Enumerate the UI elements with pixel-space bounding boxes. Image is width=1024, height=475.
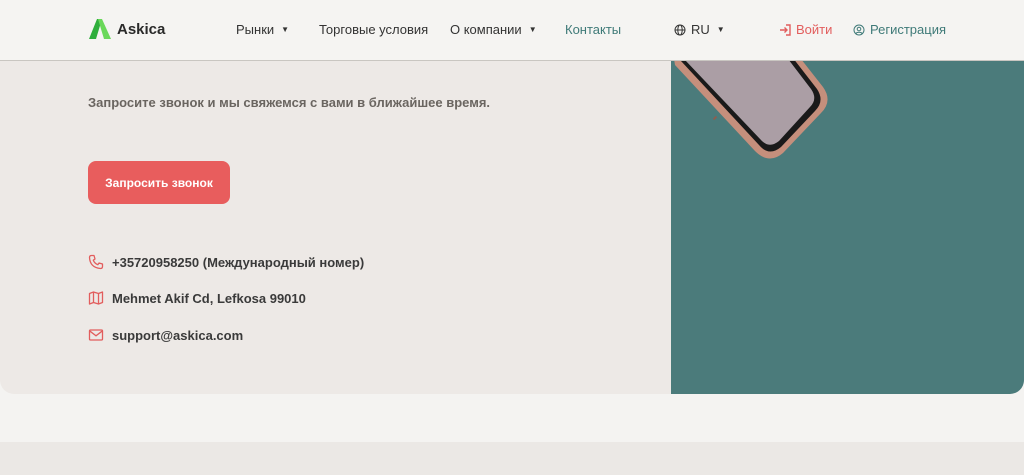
contact-card: Запросите звонок и мы свяжемся с вами в … — [0, 61, 1024, 394]
mail-icon — [88, 329, 104, 341]
register-label: Регистрация — [870, 22, 946, 37]
contact-address-text: Mehmet Akif Cd, Lefkosa 99010 — [112, 290, 306, 306]
caret-down-icon: ▼ — [716, 25, 725, 34]
contact-address: Mehmet Akif Cd, Lefkosa 99010 — [88, 290, 306, 306]
askica-logo-icon — [89, 19, 111, 39]
teal-panel — [671, 61, 1024, 394]
language-selector[interactable]: RU ▼ — [674, 22, 725, 37]
language-label: RU — [691, 22, 710, 37]
globe-icon — [674, 24, 686, 35]
logo-text: Askica — [117, 20, 166, 38]
intro-text: Запросите звонок и мы свяжемся с вами в … — [88, 95, 491, 110]
login-label: Войти — [796, 22, 833, 37]
login-link[interactable]: Войти — [779, 22, 832, 37]
contact-email[interactable]: support@askica.com — [88, 327, 243, 343]
contact-phone[interactable]: +35720958250 (Международный номер) — [88, 254, 364, 270]
contact-phone-text: +35720958250 (Международный номер) — [112, 254, 365, 270]
nav-trading-conditions-label: Торговые условия — [319, 22, 429, 37]
login-icon — [780, 23, 791, 36]
site-header: Askica Рынки ▼ Торговые условия О компан… — [0, 0, 1024, 61]
nav-markets-label: Рынки — [236, 22, 275, 37]
nav-about[interactable]: О компании ▼ — [450, 22, 537, 37]
caret-down-icon: ▼ — [528, 25, 537, 34]
map-icon — [88, 291, 104, 305]
caret-down-icon: ▼ — [281, 25, 290, 34]
phone-illustration — [674, 61, 828, 159]
nav-contacts-label: Контакты — [565, 22, 622, 37]
logo[interactable]: Askica — [89, 19, 165, 39]
request-call-button[interactable]: Запросить звонок — [88, 161, 230, 204]
footer-band — [0, 442, 1024, 475]
nav-trading-conditions[interactable]: Торговые условия — [319, 22, 428, 37]
nav-about-label: О компании — [450, 22, 522, 37]
user-circle-icon — [853, 24, 865, 35]
contact-email-text: support@askica.com — [112, 327, 244, 343]
phone-icon — [88, 254, 104, 270]
nav-contacts[interactable]: Контакты — [565, 22, 621, 37]
register-link[interactable]: Регистрация — [853, 22, 946, 37]
nav-markets[interactable]: Рынки ▼ — [236, 22, 289, 37]
